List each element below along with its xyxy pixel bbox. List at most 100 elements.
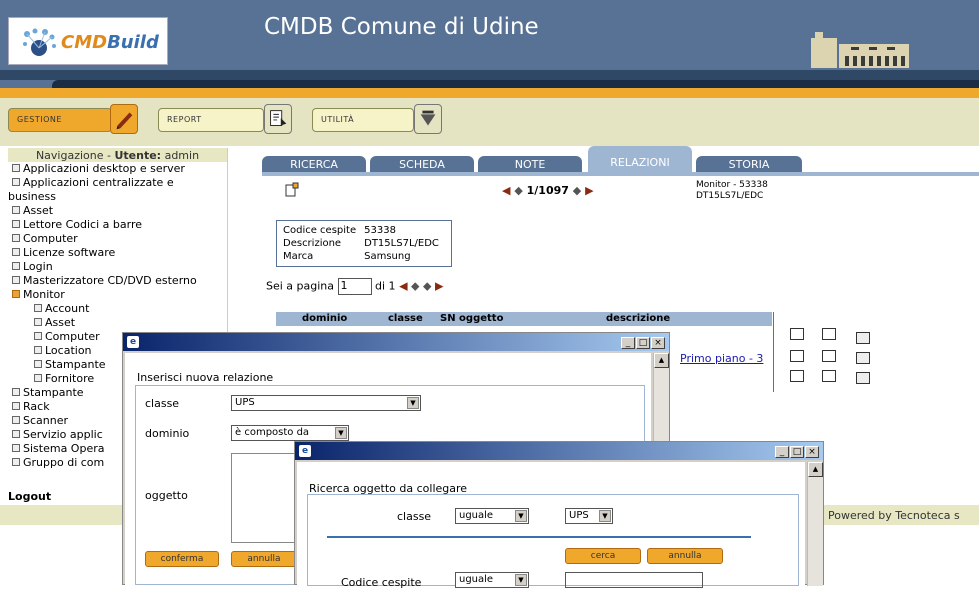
next-page-icon[interactable]: ◆	[423, 280, 431, 293]
link-icon[interactable]	[856, 352, 870, 364]
expand-icon[interactable]	[34, 332, 42, 340]
expand-icon[interactable]	[34, 346, 42, 354]
pencil-icon[interactable]	[110, 104, 138, 134]
report-icon[interactable]	[264, 104, 292, 134]
tree-subitem[interactable]: Asset	[8, 316, 227, 330]
expand-icon[interactable]	[12, 206, 20, 214]
tree-item[interactable]: Licenze software	[8, 246, 227, 260]
minimize-button[interactable]: _	[775, 446, 789, 458]
edit-relation-icon[interactable]	[790, 350, 804, 362]
tree-item-continuation[interactable]: business	[8, 190, 227, 204]
minimize-button[interactable]: _	[621, 337, 635, 349]
tab-relazioni[interactable]: RELAZIONI	[588, 146, 692, 173]
link-icon[interactable]	[856, 372, 870, 384]
edit-relation-icon[interactable]	[790, 370, 804, 382]
expand-icon[interactable]	[12, 416, 20, 424]
relation-link[interactable]: Primo piano - 3	[680, 352, 763, 365]
record-label: Monitor - 53338 DT15LS7L/EDC	[696, 180, 768, 201]
edit-relation-icon[interactable]	[790, 328, 804, 340]
link-icon[interactable]	[856, 332, 870, 344]
col-descrizione[interactable]: descrizione	[606, 313, 670, 324]
expand-icon[interactable]	[12, 402, 20, 410]
menu-gestione[interactable]: GESTIONE	[8, 108, 112, 132]
operator-select[interactable]: uguale ▼	[455, 508, 529, 524]
tab-note[interactable]: NOTE	[478, 156, 582, 173]
open-card-icon[interactable]	[822, 350, 836, 362]
chevron-down-icon[interactable]: ▼	[515, 510, 527, 522]
col-dominio[interactable]: dominio	[302, 313, 347, 324]
prev-record-icon[interactable]: ◆	[514, 184, 522, 197]
window-titlebar[interactable]: e _ □ ×	[295, 442, 823, 460]
expand-icon[interactable]	[12, 430, 20, 438]
expand-icon[interactable]	[12, 220, 20, 228]
codice-operator-select[interactable]: uguale ▼	[455, 572, 529, 588]
close-button[interactable]: ×	[805, 446, 819, 458]
tab-scheda[interactable]: SCHEDA	[370, 156, 474, 173]
tree-item[interactable]: Masterizzatore CD/DVD esterno	[8, 274, 227, 288]
expand-icon[interactable]	[12, 388, 20, 396]
open-card-icon[interactable]	[822, 328, 836, 340]
tools-icon[interactable]	[414, 104, 442, 134]
prev-page-icon[interactable]: ◆	[411, 280, 419, 293]
last-page-icon[interactable]: ▶	[435, 280, 443, 293]
expand-icon[interactable]	[34, 318, 42, 326]
logout-link[interactable]: Logout	[8, 490, 51, 503]
classe-select[interactable]: UPS ▼	[231, 395, 421, 411]
tree-item[interactable]: Applicazioni desktop e server	[8, 162, 227, 176]
cancel-button[interactable]: annulla	[647, 548, 723, 564]
open-card-icon[interactable]	[822, 370, 836, 382]
tree-item-monitor[interactable]: Monitor	[8, 288, 227, 302]
vertical-scrollbar[interactable]: ▲	[807, 462, 823, 586]
classe-select[interactable]: UPS ▼	[565, 508, 613, 524]
maximize-button[interactable]: □	[790, 446, 804, 458]
window-content: Ricerca oggetto da collegare classe ugua…	[297, 462, 805, 589]
chevron-down-icon[interactable]: ▼	[407, 397, 419, 409]
chevron-down-icon[interactable]: ▼	[599, 510, 611, 522]
field-label: Descrizione	[283, 238, 342, 249]
scroll-up-icon[interactable]: ▲	[654, 353, 669, 368]
expand-icon[interactable]	[12, 276, 20, 284]
close-button[interactable]: ×	[651, 337, 665, 349]
page-input[interactable]: 1	[337, 278, 372, 295]
first-record-icon[interactable]: ◀	[502, 184, 510, 197]
tree-item[interactable]: Lettore Codici a barre	[8, 218, 227, 232]
expand-icon[interactable]	[34, 360, 42, 368]
scroll-up-icon[interactable]: ▲	[808, 462, 823, 477]
tree-item[interactable]: Computer	[8, 232, 227, 246]
expand-icon[interactable]	[12, 262, 20, 270]
tree-item[interactable]: Applicazioni centralizzate e	[8, 176, 227, 190]
expand-icon[interactable]	[34, 304, 42, 312]
expand-icon[interactable]	[12, 248, 20, 256]
expand-icon[interactable]	[12, 234, 20, 242]
expand-icon[interactable]	[12, 458, 20, 466]
first-page-icon[interactable]: ◀	[399, 280, 407, 293]
expand-icon[interactable]	[12, 164, 20, 172]
chevron-down-icon[interactable]: ▼	[515, 574, 527, 586]
tab-ricerca[interactable]: RICERCA	[262, 156, 366, 173]
codice-cespite-input[interactable]	[565, 572, 703, 588]
menu-report[interactable]: REPORT	[158, 108, 264, 132]
new-relation-icon[interactable]	[284, 182, 300, 198]
window-titlebar[interactable]: e _ □ ×	[123, 333, 669, 351]
tab-storia[interactable]: STORIA	[696, 156, 802, 173]
expand-icon[interactable]	[34, 374, 42, 382]
col-sn-oggetto[interactable]: SN oggetto	[440, 313, 503, 324]
last-record-icon[interactable]: ▶	[585, 184, 593, 197]
search-button[interactable]: cerca	[565, 548, 641, 564]
expand-icon[interactable]	[12, 178, 20, 186]
menu-utilita[interactable]: UTILITÀ	[312, 108, 414, 132]
confirm-button[interactable]: conferma	[145, 551, 219, 567]
tree-item[interactable]: Asset	[8, 204, 227, 218]
tree-subitem[interactable]: Account	[8, 302, 227, 316]
maximize-button[interactable]: □	[636, 337, 650, 349]
next-record-icon[interactable]: ◆	[573, 184, 581, 197]
dominio-select[interactable]: è composto da ▼	[231, 425, 349, 441]
collapse-icon[interactable]	[12, 290, 20, 298]
nav-header: Navigazione - Utente: admin	[8, 148, 227, 162]
tree-item[interactable]: Login	[8, 260, 227, 274]
col-classe[interactable]: classe	[388, 313, 423, 324]
chevron-down-icon[interactable]: ▼	[335, 427, 347, 439]
cancel-button[interactable]: annulla	[231, 551, 297, 567]
header-accent-band	[0, 88, 979, 98]
expand-icon[interactable]	[12, 444, 20, 452]
